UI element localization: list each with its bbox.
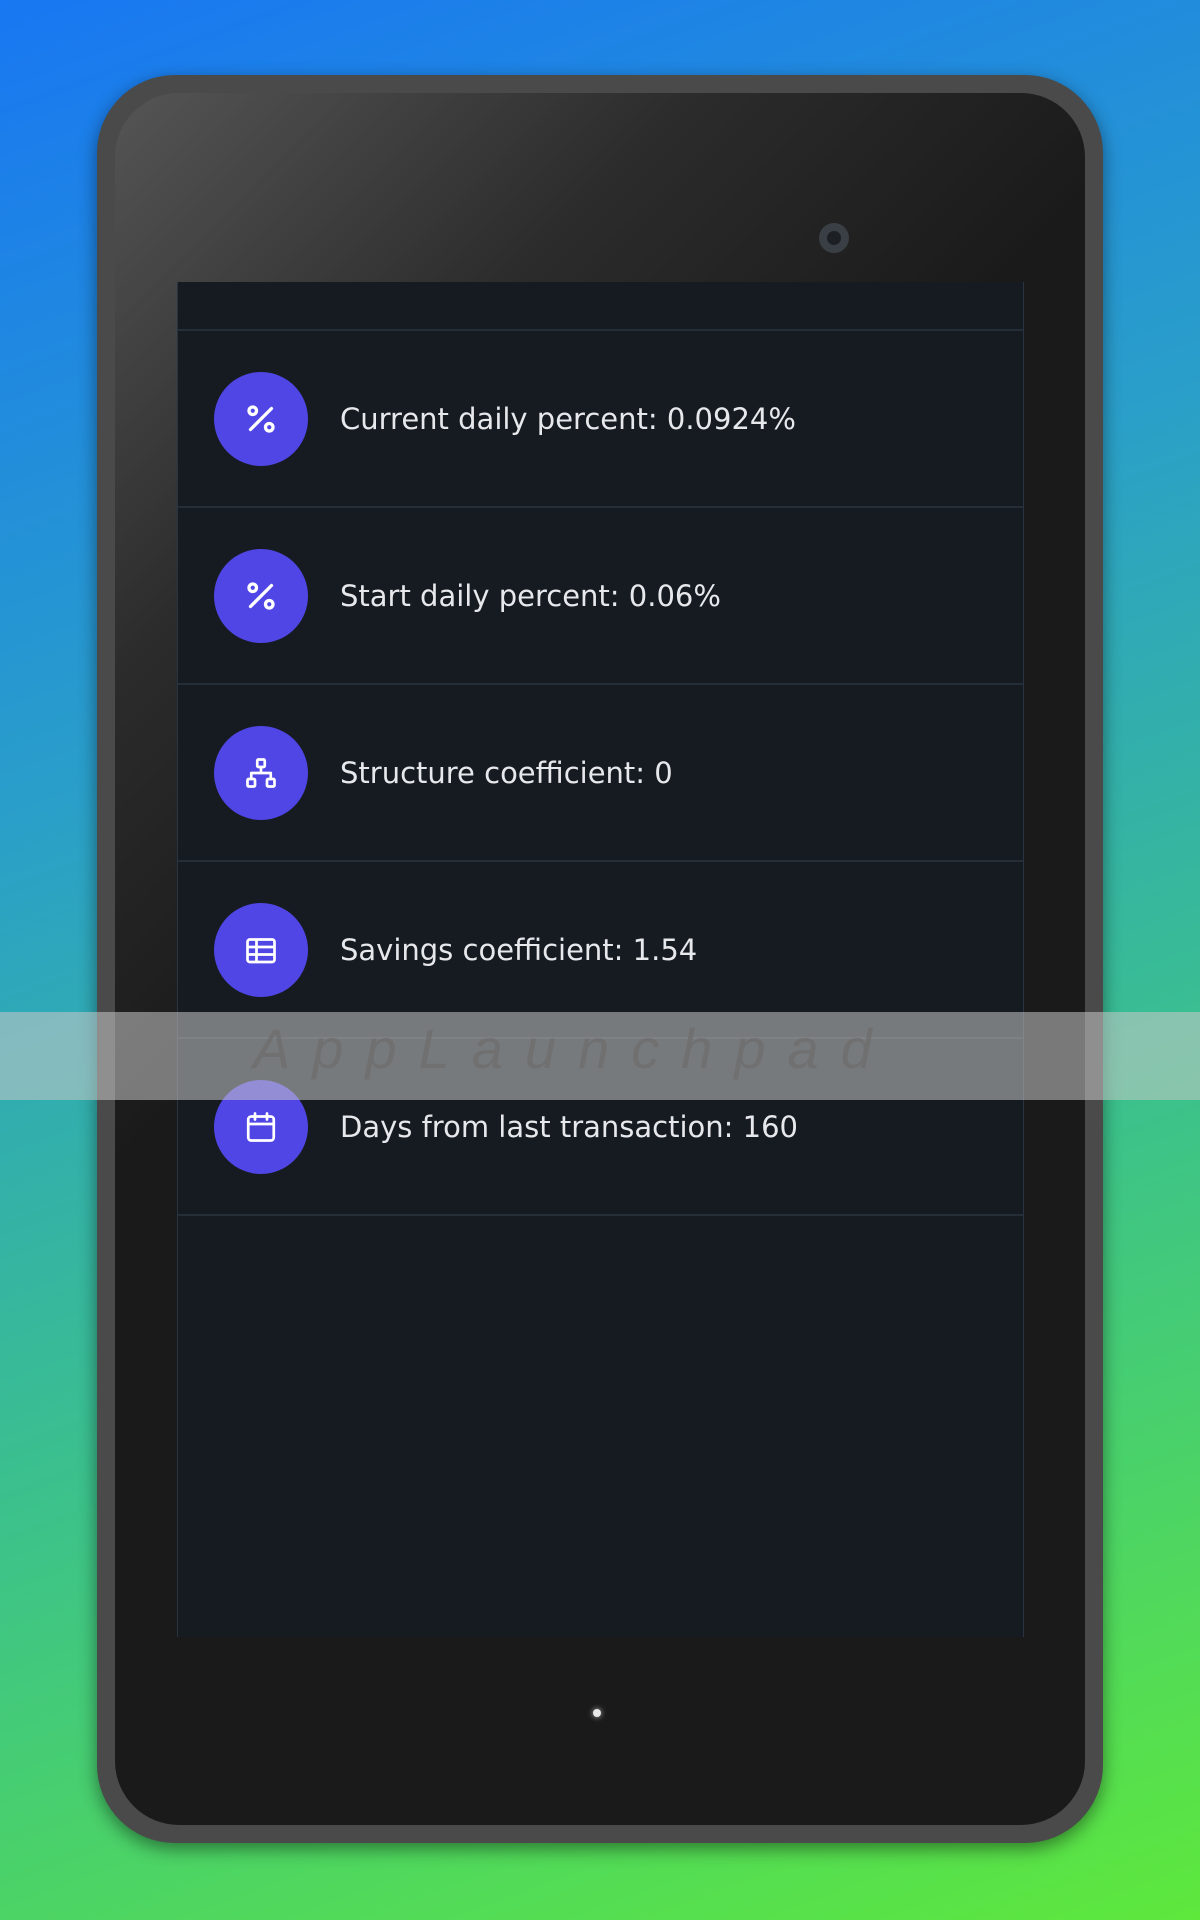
hierarchy-icon — [214, 725, 308, 820]
percent-icon — [214, 371, 308, 466]
stacked-coins-icon — [214, 902, 308, 997]
watermark-text: AppLaunchpad — [253, 1017, 894, 1080]
camera-icon — [819, 223, 849, 253]
structure-coefficient-label: Structure coefficient: 0 — [340, 755, 673, 790]
days-from-last-transaction-label: Days from last transaction: 160 — [340, 1109, 798, 1144]
list-item-start-daily-percent: Start daily percent: 0.06% — [178, 508, 1023, 685]
app-screen: Current daily percent: 0.0924% Start dai… — [177, 282, 1024, 1637]
home-indicator-icon — [593, 1709, 601, 1717]
start-daily-percent-label: Start daily percent: 0.06% — [340, 578, 721, 613]
list-item-structure-coefficient: Structure coefficient: 0 — [178, 685, 1023, 862]
percent-icon — [214, 548, 308, 643]
list-top-edge — [178, 282, 1023, 331]
savings-coefficient-label: Savings coefficient: 1.54 — [340, 932, 698, 967]
list-item-current-daily-percent: Current daily percent: 0.0924% — [178, 331, 1023, 508]
current-daily-percent-label: Current daily percent: 0.0924% — [340, 401, 796, 436]
